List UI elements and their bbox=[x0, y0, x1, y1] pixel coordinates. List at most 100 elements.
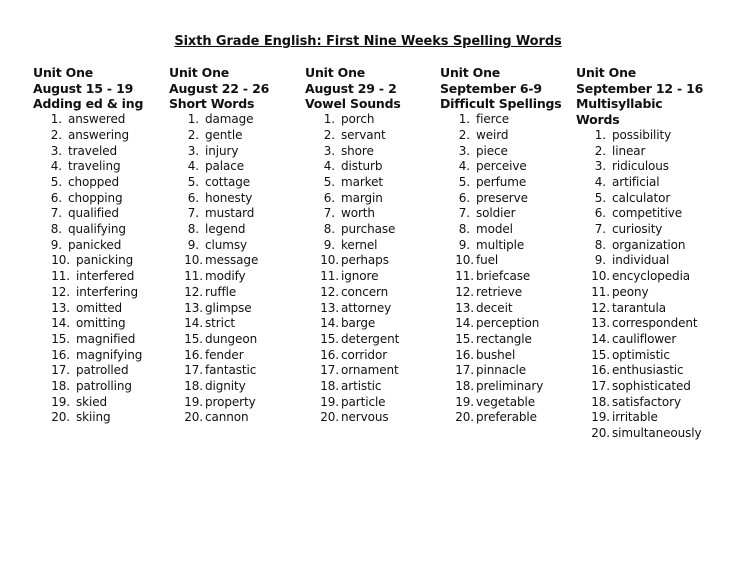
unit-dates: September 6-9 bbox=[440, 80, 542, 96]
word-item: 8. qualifying bbox=[33, 222, 143, 238]
word-text: barge bbox=[341, 316, 376, 331]
word-number: 11. bbox=[591, 284, 610, 299]
word-text: retrieve bbox=[476, 284, 523, 299]
word-item: 1. possibility bbox=[576, 128, 703, 144]
word-number: 19. bbox=[184, 394, 203, 409]
word-number: 12. bbox=[591, 300, 610, 315]
word-item: 6. preserve bbox=[440, 191, 562, 207]
word-item: 9. panicked bbox=[33, 238, 143, 254]
word-item: 5. chopped bbox=[33, 175, 143, 191]
word-text: simultaneously bbox=[612, 426, 702, 441]
word-item: 11. briefcase bbox=[440, 269, 562, 285]
word-number: 7. bbox=[458, 206, 470, 221]
word-text: kernel bbox=[341, 237, 378, 252]
word-text: detergent bbox=[341, 331, 400, 346]
word-text: artistic bbox=[341, 379, 382, 394]
word-text: strict bbox=[205, 316, 235, 331]
word-item: 19. irritable bbox=[576, 410, 703, 426]
word-item: 14. perception bbox=[440, 316, 562, 332]
word-item: 19. property bbox=[169, 395, 269, 411]
word-number: 17. bbox=[184, 363, 203, 378]
word-text: vegetable bbox=[476, 394, 535, 409]
word-text: gentle bbox=[205, 127, 243, 142]
document-title: Sixth Grade English: First Nine Weeks Sp… bbox=[174, 34, 562, 49]
word-text: modify bbox=[205, 269, 246, 284]
word-item: 4. palace bbox=[169, 159, 269, 175]
word-item: 1. fierce bbox=[440, 112, 562, 128]
word-text: calculator bbox=[612, 190, 671, 205]
unit-dates: September 12 - 16 bbox=[576, 80, 704, 96]
word-number: 10. bbox=[455, 253, 474, 268]
word-number: 20. bbox=[320, 410, 339, 425]
word-text: preliminary bbox=[476, 379, 544, 394]
word-item: 18. dignity bbox=[169, 379, 269, 395]
word-number: 5. bbox=[594, 190, 606, 205]
word-item: 19. vegetable bbox=[440, 395, 562, 411]
word-item: 12. retrieve bbox=[440, 285, 562, 301]
word-text: weird bbox=[476, 127, 509, 142]
word-item: 15. rectangle bbox=[440, 332, 562, 348]
word-text: attorney bbox=[341, 300, 392, 315]
word-text: sophisticated bbox=[612, 379, 691, 394]
word-item: 4. disturb bbox=[305, 159, 401, 175]
word-item: 6. margin bbox=[305, 191, 401, 207]
word-item: 2. servant bbox=[305, 128, 401, 144]
word-number: 10. bbox=[320, 253, 339, 268]
word-item: 13. attorney bbox=[305, 301, 401, 317]
word-item: 9. kernel bbox=[305, 238, 401, 254]
word-number: 5. bbox=[323, 174, 335, 189]
word-item: 18. preliminary bbox=[440, 379, 562, 395]
word-text: ornament bbox=[341, 363, 399, 378]
word-text: enthusiastic bbox=[612, 363, 684, 378]
word-number: 15. bbox=[320, 331, 339, 346]
word-number: 1. bbox=[50, 112, 62, 127]
unit-column-3: Unit One August 29 - 2 Vowel Sounds 1. porch… bbox=[305, 65, 401, 426]
word-number: 9. bbox=[323, 237, 335, 252]
word-text: ridiculous bbox=[612, 159, 669, 174]
word-number: 9. bbox=[50, 237, 62, 252]
word-text: cauliflower bbox=[612, 331, 677, 346]
word-item: 3. injury bbox=[169, 144, 269, 160]
word-number: 3. bbox=[187, 143, 199, 158]
word-number: 18. bbox=[184, 379, 203, 394]
unit-column-4: Unit One September 6-9 Difficult Spellings… bbox=[440, 65, 562, 426]
word-number: 14. bbox=[184, 316, 203, 331]
word-number: 11. bbox=[455, 269, 474, 284]
word-number: 9. bbox=[458, 237, 470, 252]
word-text: encyclopedia bbox=[612, 269, 691, 284]
word-number: 6. bbox=[594, 206, 606, 221]
unit-label: Unit One bbox=[169, 65, 230, 80]
word-item: 5. market bbox=[305, 175, 401, 191]
word-number: 18. bbox=[51, 379, 70, 394]
word-item: 13. deceit bbox=[440, 301, 562, 317]
word-number: 7. bbox=[594, 222, 606, 237]
unit-column-1: Unit One August 15 - 19 Adding ed & ing 1. a… bbox=[33, 65, 143, 426]
word-number: 6. bbox=[458, 190, 470, 205]
word-text: dungeon bbox=[205, 331, 258, 346]
unit-column-5: Unit One September 12 - 16 Multisyllabic Wo… bbox=[576, 65, 703, 442]
unit-label: Unit One bbox=[33, 65, 94, 80]
word-text: perceive bbox=[476, 159, 527, 174]
word-number: 20. bbox=[455, 410, 474, 425]
word-item: 6. competitive bbox=[576, 206, 703, 222]
word-text: legend bbox=[205, 222, 246, 237]
unit-column-2: Unit One August 22 - 26 Short Words 1. damag… bbox=[169, 65, 269, 426]
word-item: 8. legend bbox=[169, 222, 269, 238]
word-item: 13. correspondent bbox=[576, 316, 703, 332]
word-number: 15. bbox=[51, 331, 70, 346]
word-number: 14. bbox=[455, 316, 474, 331]
word-number: 3. bbox=[50, 143, 62, 158]
word-number: 1. bbox=[323, 112, 335, 127]
word-item: 8. organization bbox=[576, 238, 703, 254]
word-item: 11. interfered bbox=[33, 269, 143, 285]
unit-dates: August 15 - 19 bbox=[33, 80, 134, 96]
word-item: 16. fender bbox=[169, 348, 269, 364]
word-number: 16. bbox=[51, 347, 70, 362]
word-item: 6. honesty bbox=[169, 191, 269, 207]
word-text: panicking bbox=[76, 253, 134, 268]
word-text: perception bbox=[476, 316, 540, 331]
word-number: 8. bbox=[187, 222, 199, 237]
word-item: 12. ruffle bbox=[169, 285, 269, 301]
word-text: magnified bbox=[76, 331, 136, 346]
word-number: 10. bbox=[184, 253, 203, 268]
